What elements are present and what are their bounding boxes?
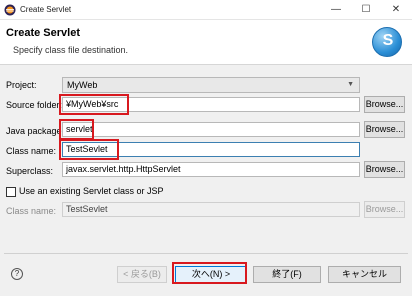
footer-separator	[4, 253, 408, 254]
superclass-browse-button[interactable]: Browse...	[364, 161, 405, 178]
next-button[interactable]: 次へ(N) >	[175, 266, 247, 283]
project-label: Project:	[6, 80, 37, 90]
cancel-button[interactable]: キャンセル	[328, 266, 401, 283]
help-icon[interactable]: ?	[11, 268, 23, 280]
project-value: MyWeb	[67, 80, 98, 90]
source-folder-browse-button[interactable]: Browse...	[364, 96, 405, 113]
close-icon[interactable]: ✕	[381, 0, 411, 20]
existing-class-name-input[interactable]: TestSevlet	[62, 202, 360, 217]
chevron-down-icon: ▼	[347, 81, 354, 88]
superclass-label: Superclass:	[6, 166, 54, 176]
title-bar: Create Servlet — ☐ ✕	[0, 0, 412, 20]
finish-button[interactable]: 終了(F)	[253, 266, 321, 283]
servlet-logo-icon: S	[372, 27, 402, 57]
class-name-input[interactable]: TestSevlet	[62, 142, 360, 157]
header-title: Create Servlet	[6, 27, 80, 39]
java-package-input[interactable]: servlet	[62, 122, 360, 137]
logo-letter: S	[382, 32, 394, 49]
use-existing-label: Use an existing Servlet class or JSP	[19, 186, 164, 196]
wizard-header: Create Servlet Specify class file destin…	[0, 20, 412, 65]
window-title: Create Servlet	[20, 5, 72, 14]
source-folder-input[interactable]: ¥MyWeb¥src	[62, 97, 360, 112]
existing-class-browse-button[interactable]: Browse...	[364, 201, 405, 218]
project-combo[interactable]: MyWeb ▼	[62, 77, 360, 93]
source-folder-label: Source folder:	[6, 100, 63, 110]
minimize-icon[interactable]: —	[321, 0, 351, 20]
maximize-icon[interactable]: ☐	[351, 0, 381, 20]
superclass-input[interactable]: javax.servlet.http.HttpServlet	[62, 162, 360, 177]
class-name-label: Class name:	[6, 146, 57, 156]
back-button[interactable]: < 戻る(B)	[117, 266, 167, 283]
use-existing-checkbox[interactable]	[6, 187, 16, 197]
java-package-label: Java package:	[6, 126, 65, 136]
java-package-browse-button[interactable]: Browse...	[364, 121, 405, 138]
existing-class-name-label: Class name:	[6, 206, 57, 216]
header-description: Specify class file destination.	[13, 45, 129, 55]
eclipse-app-icon	[4, 4, 16, 16]
